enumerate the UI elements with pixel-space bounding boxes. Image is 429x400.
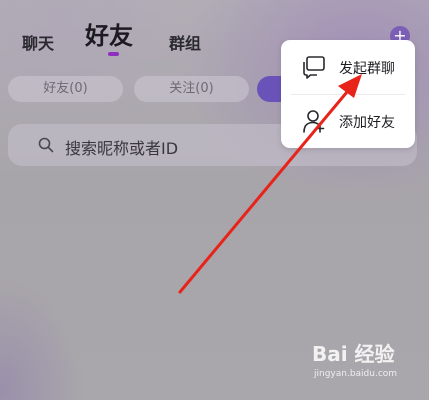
menu-label-add-friend: 添加好友 <box>339 115 395 131</box>
menu-item-add-friend[interactable]: 添加好友 <box>281 96 415 148</box>
menu-divider <box>291 94 405 95</box>
group-chat-icon <box>303 56 325 79</box>
watermark-url: jingyan.baidu.com <box>314 369 398 379</box>
search-icon <box>38 137 54 153</box>
tab-groups[interactable]: 群组 <box>169 30 201 54</box>
tab-chat[interactable]: 聊天 <box>22 30 54 54</box>
filter-chip-follow[interactable]: 关注(0) <box>134 76 249 102</box>
menu-label-start-group-chat: 发起群聊 <box>339 61 395 77</box>
popup-menu: 发起群聊 添加好友 <box>281 40 415 148</box>
add-friend-icon <box>303 110 325 133</box>
tab-friends[interactable]: 好友 <box>85 16 133 51</box>
watermark-logo: Bai 经验 <box>312 342 395 366</box>
search-placeholder: 搜索昵称或者ID <box>65 139 179 158</box>
watermark: Bai 经验 jingyan.baidu.com <box>296 338 422 394</box>
filter-chip-friends[interactable]: 好友(0) <box>8 76 123 102</box>
menu-item-start-group-chat[interactable]: 发起群聊 <box>281 42 415 94</box>
active-tab-indicator <box>108 52 119 56</box>
